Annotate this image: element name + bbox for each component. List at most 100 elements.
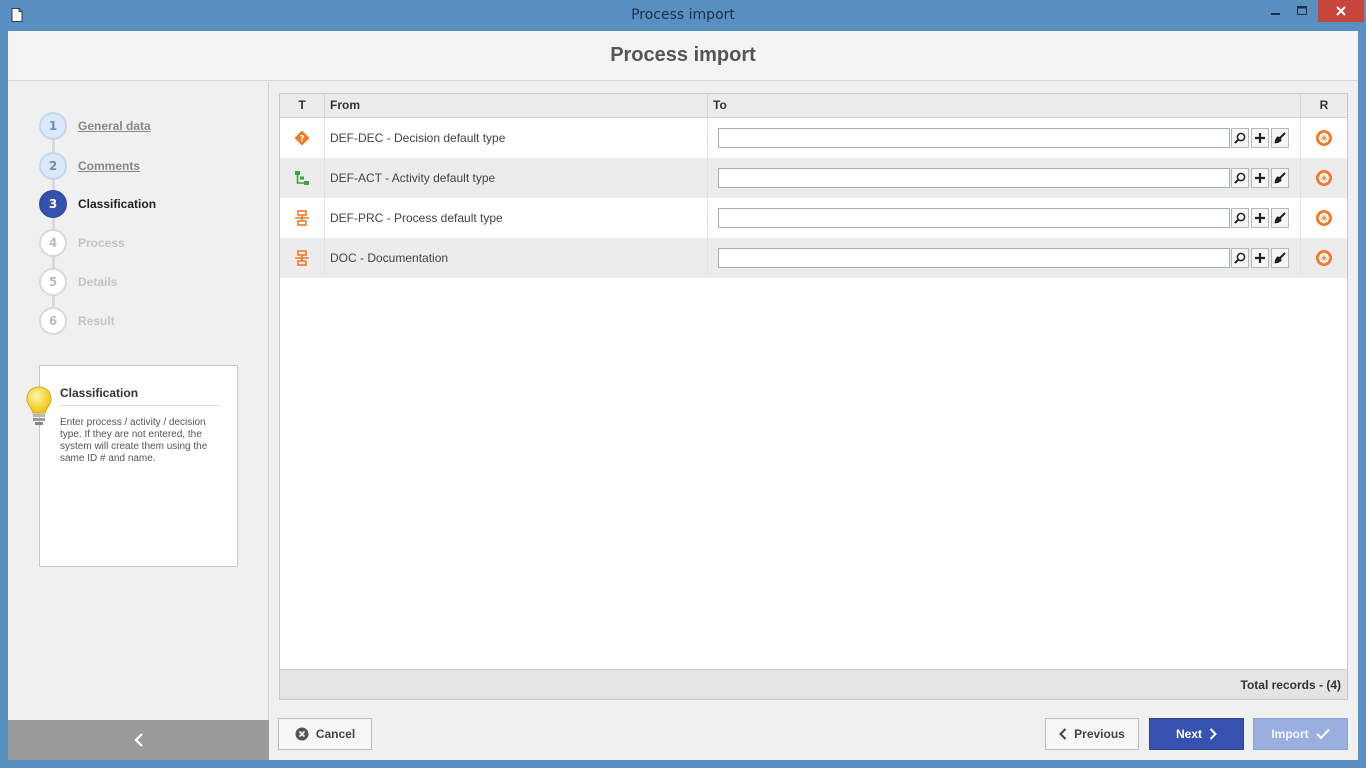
from-cell: DEF-ACT - Activity default type: [325, 158, 708, 198]
plus-icon: [1255, 253, 1265, 263]
activity-type-icon: [295, 171, 309, 185]
next-label: Next: [1175, 727, 1202, 741]
from-cell: DEF-PRC - Process default type: [325, 198, 708, 238]
process-type-icon: [295, 250, 309, 266]
step-label: Classification: [78, 197, 157, 211]
step-connector: [52, 218, 55, 229]
page-title: Process import: [610, 44, 756, 66]
collapse-sidebar-button[interactable]: [8, 720, 269, 760]
remove-row-icon[interactable]: [1315, 249, 1333, 267]
lightbulb-icon: [26, 386, 52, 429]
table-row[interactable]: ? DEF-DEC - Decision default type: [280, 118, 1347, 158]
column-header-type[interactable]: T: [280, 94, 325, 118]
clear-type-button[interactable]: [1271, 128, 1289, 148]
add-type-button[interactable]: [1251, 128, 1269, 148]
to-cell: [708, 158, 1301, 198]
remove-row-icon[interactable]: [1315, 129, 1333, 147]
maximize-button[interactable]: [1288, 0, 1316, 22]
table-row[interactable]: DOC - Documentation: [280, 238, 1347, 278]
hint-title: Classification: [60, 386, 220, 406]
page-header: Process import: [8, 31, 1358, 81]
step-number: 1: [39, 112, 67, 140]
plus-icon: [1255, 133, 1265, 143]
column-header-from[interactable]: From: [325, 94, 708, 118]
to-type-input[interactable]: [718, 168, 1230, 188]
step-label: Details: [78, 275, 118, 289]
search-icon: [1234, 132, 1246, 144]
table-row[interactable]: DEF-ACT - Activity default type: [280, 158, 1347, 198]
step-label[interactable]: General data: [78, 119, 151, 133]
clear-type-button[interactable]: [1271, 168, 1289, 188]
column-header-remove[interactable]: R: [1301, 94, 1347, 118]
next-button[interactable]: Next: [1149, 718, 1244, 750]
add-type-button[interactable]: [1251, 208, 1269, 228]
step-connector: [52, 179, 55, 190]
add-type-button[interactable]: [1251, 168, 1269, 188]
step-connector: [52, 296, 55, 307]
search-icon: [1234, 172, 1246, 184]
table-footer: Total records - (4): [280, 669, 1347, 699]
brush-icon: [1274, 252, 1286, 264]
step-number: 5: [39, 268, 67, 296]
chevron-left-icon: [133, 733, 143, 747]
dialog-client: Process import 1 General data 2 Comments…: [8, 31, 1358, 760]
step-result: 6 Result: [39, 307, 259, 335]
step-general-data[interactable]: 1 General data: [39, 112, 259, 140]
brush-icon: [1274, 212, 1286, 224]
to-type-input[interactable]: [718, 208, 1230, 228]
column-header-to[interactable]: To: [708, 94, 1301, 118]
type-cell: [280, 238, 325, 278]
remove-cell: [1301, 198, 1347, 238]
close-window-button[interactable]: [1318, 0, 1364, 22]
step-label[interactable]: Comments: [78, 159, 140, 173]
to-type-input[interactable]: [718, 248, 1230, 268]
step-number: 6: [39, 307, 67, 335]
cancel-icon: [295, 727, 309, 741]
hint-panel: Classification Enter process / activity …: [26, 365, 238, 567]
to-cell: [708, 118, 1301, 158]
add-type-button[interactable]: [1251, 248, 1269, 268]
search-type-button[interactable]: [1231, 208, 1249, 228]
plus-icon: [1255, 213, 1265, 223]
type-cell: ?: [280, 118, 325, 158]
clear-type-button[interactable]: [1271, 208, 1289, 228]
brush-icon: [1274, 132, 1286, 144]
from-cell: DEF-DEC - Decision default type: [325, 118, 708, 158]
step-number: 4: [39, 229, 67, 257]
maximize-icon: [1296, 6, 1307, 15]
remove-row-icon[interactable]: [1315, 169, 1333, 187]
process-type-icon: [295, 210, 309, 226]
window-title: Process import: [631, 7, 735, 23]
window-titlebar: Process import: [0, 0, 1366, 31]
step-process: 4 Process: [39, 229, 259, 257]
table-row[interactable]: DEF-PRC - Process default type: [280, 198, 1347, 238]
search-type-button[interactable]: [1231, 168, 1249, 188]
step-label: Result: [78, 314, 115, 328]
type-cell: [280, 198, 325, 238]
minimize-button[interactable]: [1262, 0, 1290, 22]
plus-icon: [1255, 173, 1265, 183]
wizard-sidebar: 1 General data 2 Comments 3 Classificati…: [8, 82, 269, 760]
step-connector: [52, 140, 55, 152]
search-type-button[interactable]: [1231, 248, 1249, 268]
previous-button[interactable]: Previous: [1045, 718, 1139, 750]
search-type-button[interactable]: [1231, 128, 1249, 148]
decision-type-icon: ?: [294, 130, 310, 146]
step-comments[interactable]: 2 Comments: [39, 152, 259, 180]
remove-row-icon[interactable]: [1315, 209, 1333, 227]
step-label: Process: [78, 236, 125, 250]
cancel-button[interactable]: Cancel: [278, 718, 372, 750]
import-label: Import: [1271, 727, 1309, 741]
brush-icon: [1274, 172, 1286, 184]
from-cell: DOC - Documentation: [325, 238, 708, 278]
total-records-label: Total records: [1240, 678, 1316, 692]
search-icon: [1234, 212, 1246, 224]
remove-cell: [1301, 158, 1347, 198]
to-type-input[interactable]: [718, 128, 1230, 148]
import-button[interactable]: Import: [1253, 718, 1348, 750]
table-header: T From To R: [280, 94, 1347, 118]
clear-type-button[interactable]: [1271, 248, 1289, 268]
search-icon: [1234, 252, 1246, 264]
remove-cell: [1301, 238, 1347, 278]
checkmark-icon: [1315, 728, 1330, 740]
